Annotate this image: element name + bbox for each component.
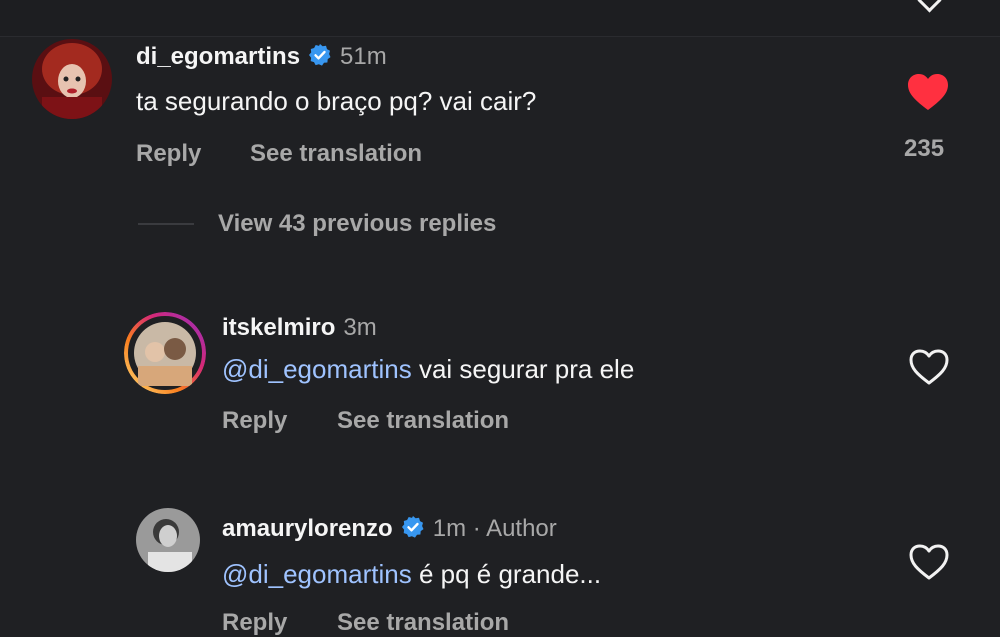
reply-username[interactable]: amaurylorenzo 1m · Author — [222, 515, 557, 546]
reply-time-author: 1m · Author — [432, 515, 557, 542]
reply-time: 3m — [343, 314, 377, 341]
reply-username[interactable]: itskelmiro 3m — [222, 314, 377, 342]
verified-badge-icon — [308, 43, 332, 74]
comment-time: 51m — [340, 43, 387, 70]
avatar-itskelmiro[interactable] — [124, 312, 206, 394]
reply-button[interactable]: Reply — [222, 407, 287, 435]
reply-text: @di_egomartins é pq é grande... — [222, 559, 601, 590]
username-text[interactable]: itskelmiro — [222, 314, 335, 341]
avatar-amaurylorenzo[interactable] — [136, 508, 200, 572]
chevron-down-icon[interactable] — [917, 0, 942, 13]
see-translation-button[interactable]: See translation — [250, 140, 422, 168]
verified-badge-icon — [401, 515, 425, 546]
reply-text: @di_egomartins vai segurar pra ele — [222, 354, 634, 385]
thread-divider — [138, 223, 194, 225]
avatar-di-egomartins[interactable] — [32, 39, 112, 119]
username-text[interactable]: amaurylorenzo — [222, 515, 393, 542]
like-count: 235 — [904, 135, 945, 162]
comment-text: ta segurando o braço pq? vai cair? — [136, 86, 537, 116]
comment-username[interactable]: di_egomartins 51m — [136, 43, 387, 74]
heart-filled-icon[interactable] — [906, 72, 950, 117]
top-bar — [0, 0, 1000, 37]
heart-outline-icon[interactable] — [907, 347, 951, 392]
mention-link[interactable]: @di_egomartins — [222, 354, 412, 384]
username-text[interactable]: di_egomartins — [136, 43, 300, 70]
reply-body: é pq é grande... — [411, 559, 602, 589]
heart-outline-icon[interactable] — [907, 542, 951, 587]
mention-link[interactable]: @di_egomartins — [222, 559, 412, 589]
see-translation-button[interactable]: See translation — [337, 407, 509, 435]
see-translation-button[interactable]: See translation — [337, 609, 509, 637]
reply-body: vai segurar pra ele — [411, 354, 635, 384]
view-previous-replies-button[interactable]: View 43 previous replies — [218, 210, 496, 238]
reply-button[interactable]: Reply — [222, 609, 287, 637]
reply-button[interactable]: Reply — [136, 140, 201, 168]
